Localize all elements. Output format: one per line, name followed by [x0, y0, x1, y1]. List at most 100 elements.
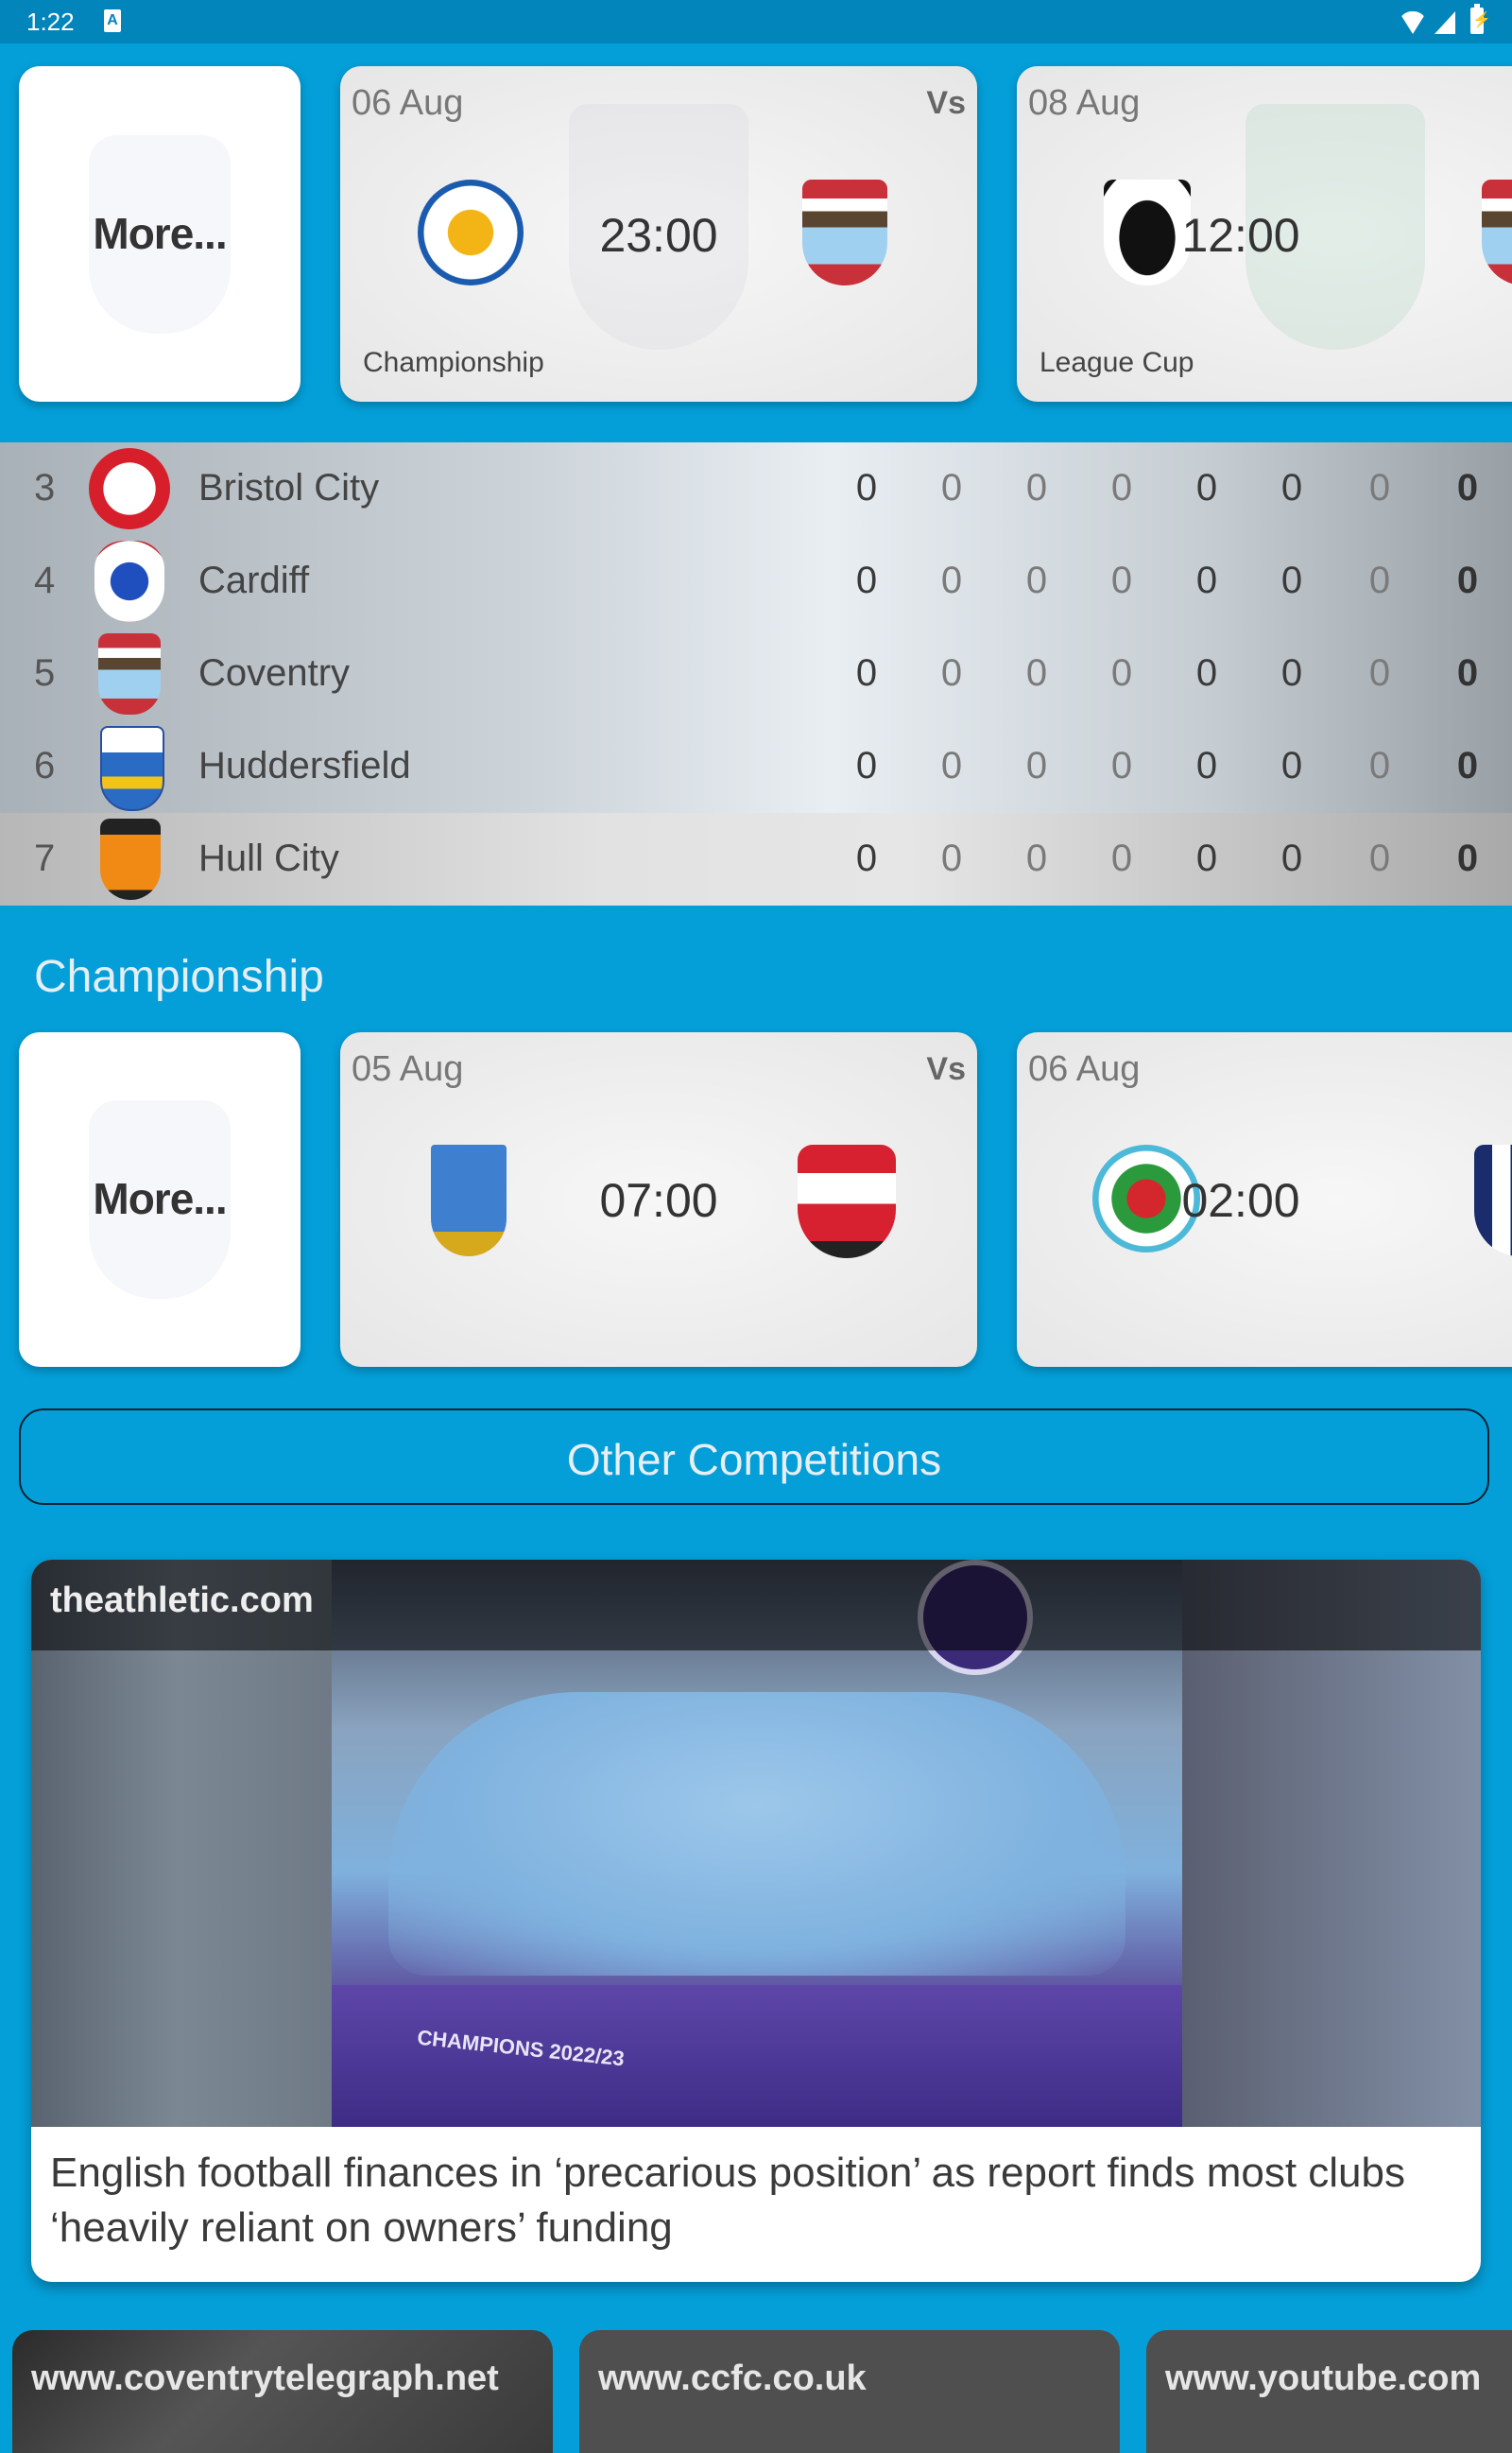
article-source: theathletic.com [50, 1581, 314, 1620]
match-card[interactable]: 05 Aug Vs 07:00 [340, 1032, 977, 1367]
stat-points: 0 [1456, 652, 1479, 694]
source-name: www.ccfc.co.uk [598, 2358, 867, 2398]
news-article-card[interactable]: CHAMPIONS 2022/23 theathletic.com Englis… [31, 1560, 1481, 2282]
stat-goals-against: 0 [1280, 467, 1303, 509]
stat-lost: 0 [1110, 838, 1133, 879]
position: 7 [34, 838, 56, 879]
section-title-championship: Championship [34, 952, 324, 1002]
stat-won: 0 [940, 745, 963, 786]
stat-won: 0 [940, 560, 963, 601]
stat-drawn: 0 [1025, 652, 1048, 694]
more-label: More... [93, 1174, 227, 1223]
stat-goals-for: 0 [1195, 652, 1218, 694]
stat-won: 0 [940, 652, 963, 694]
stat-drawn: 0 [1025, 560, 1048, 601]
stat-played: 0 [855, 838, 878, 879]
table-row[interactable]: 6 Huddersfield 0 0 0 0 0 0 0 0 [0, 720, 1512, 813]
position: 6 [34, 745, 56, 786]
article-image: CHAMPIONS 2022/23 theathletic.com [31, 1560, 1481, 2127]
stat-won: 0 [940, 467, 963, 509]
team-name: Cardiff [198, 560, 310, 601]
competition-label: League Cup [1040, 347, 1194, 378]
match-card[interactable]: 06 Aug Vs 23:00 Championship [340, 66, 977, 402]
stat-lost: 0 [1110, 652, 1133, 694]
other-competitions-button[interactable]: Other Competitions [19, 1408, 1489, 1505]
table-row-highlighted[interactable]: 7 Hull City 0 0 0 0 0 0 0 0 [0, 813, 1512, 906]
stat-points: 0 [1456, 467, 1479, 509]
coventry-crest-icon [1482, 179, 1512, 285]
team-name: Coventry [198, 652, 351, 694]
stat-drawn: 0 [1025, 838, 1048, 879]
stat-won: 0 [940, 838, 963, 879]
stat-played: 0 [855, 560, 878, 601]
coventry-crest-icon [98, 633, 161, 715]
stat-points: 0 [1456, 838, 1479, 879]
match-card[interactable]: 06 Aug 02:00 [1017, 1032, 1512, 1367]
stat-goals-against: 0 [1280, 652, 1303, 694]
stat-goal-diff: 0 [1368, 560, 1391, 601]
vs-label: Vs [926, 85, 966, 121]
stat-played: 0 [855, 652, 878, 694]
stat-played: 0 [855, 467, 878, 509]
bristol-city-crest-icon [89, 448, 170, 529]
notification-icon: A [104, 9, 121, 32]
southampton-crest-icon [798, 1145, 896, 1258]
players-group [388, 1692, 1125, 1976]
stat-lost: 0 [1110, 467, 1133, 509]
stat-goals-for: 0 [1195, 745, 1218, 786]
stat-goals-against: 0 [1280, 745, 1303, 786]
match-card[interactable]: 08 Aug 12:00 League Cup [1017, 66, 1512, 402]
match-date: 06 Aug [352, 83, 464, 123]
status-bar: 1:22 A ⚡ [0, 0, 1512, 43]
stat-goals-against: 0 [1280, 838, 1303, 879]
signal-icon [1435, 11, 1455, 34]
team-name: Hull City [198, 838, 339, 879]
news-source-card[interactable]: www.youtube.com [1146, 2330, 1512, 2453]
hull-city-crest-icon [100, 819, 161, 900]
position: 3 [34, 467, 56, 509]
league-table: 3 Bristol City 0 0 0 0 0 0 0 0 4 Cardiff… [0, 442, 1512, 906]
stat-lost: 0 [1110, 560, 1133, 601]
competition-label: Championship [363, 347, 544, 378]
match-date: 05 Aug [352, 1049, 464, 1089]
more-fixtures-card[interactable]: More... [19, 66, 301, 402]
table-row[interactable]: 5 Coventry 0 0 0 0 0 0 0 0 [0, 628, 1512, 720]
kickoff-time: 02:00 [1181, 1174, 1300, 1227]
stat-goals-against: 0 [1280, 560, 1303, 601]
stat-goals-for: 0 [1195, 560, 1218, 601]
stat-played: 0 [855, 745, 878, 786]
cardiff-crest-icon [94, 541, 164, 622]
table-row[interactable]: 3 Bristol City 0 0 0 0 0 0 0 0 [0, 442, 1512, 535]
news-source-card[interactable]: www.coventrytelegraph.net [12, 2330, 553, 2453]
stat-drawn: 0 [1025, 467, 1048, 509]
stat-goal-diff: 0 [1368, 467, 1391, 509]
battery-charging-icon: ⚡ [1470, 4, 1491, 34]
stat-lost: 0 [1110, 745, 1133, 786]
team-name: Bristol City [198, 467, 380, 509]
source-name: www.coventrytelegraph.net [31, 2358, 499, 2398]
source-name: www.youtube.com [1165, 2358, 1482, 2398]
more-fixtures-card[interactable]: More... [19, 1032, 301, 1367]
stat-goal-diff: 0 [1368, 838, 1391, 879]
stat-goal-diff: 0 [1368, 745, 1391, 786]
stat-drawn: 0 [1025, 745, 1048, 786]
stat-goals-for: 0 [1195, 838, 1218, 879]
huddersfield-crest-icon [100, 726, 164, 811]
article-title: English football finances in ‘precarious… [50, 2150, 1405, 2251]
vs-label: Vs [926, 1051, 966, 1087]
match-date: 06 Aug [1028, 1049, 1141, 1089]
stat-points: 0 [1456, 745, 1479, 786]
match-date: 08 Aug [1028, 83, 1141, 123]
stat-goal-diff: 0 [1368, 652, 1391, 694]
kickoff-time: 12:00 [1181, 208, 1300, 262]
table-row[interactable]: 4 Cardiff 0 0 0 0 0 0 0 0 [0, 535, 1512, 628]
position: 4 [34, 560, 56, 601]
news-source-card[interactable]: www.ccfc.co.uk [579, 2330, 1120, 2453]
more-label: More... [93, 208, 227, 258]
position: 5 [34, 652, 56, 694]
coventry-crest-icon [802, 179, 887, 285]
stage [332, 1985, 1182, 2127]
team-name: Huddersfield [198, 745, 411, 786]
wifi-icon [1399, 11, 1427, 34]
stat-points: 0 [1456, 560, 1479, 601]
